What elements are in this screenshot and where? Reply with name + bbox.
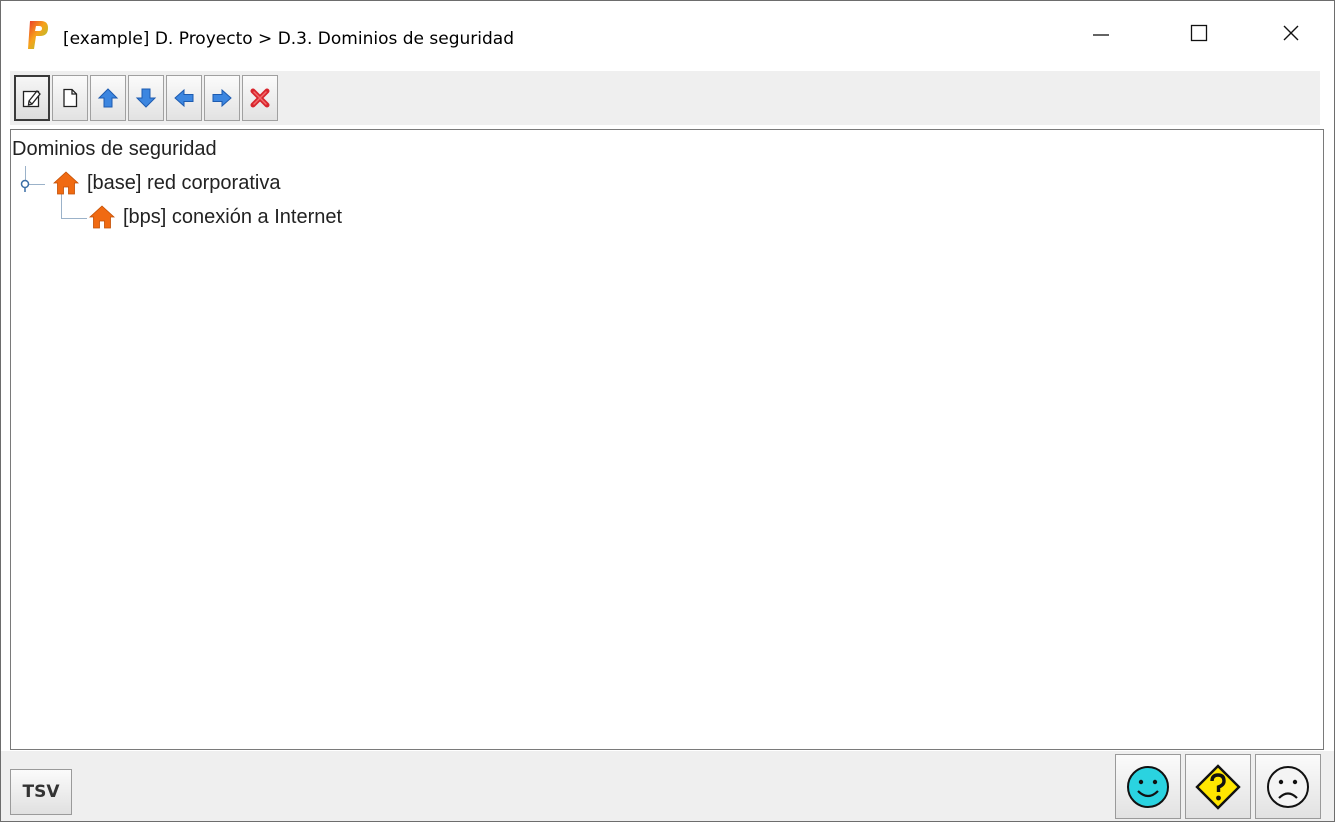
p-logo-icon xyxy=(28,21,48,49)
delete-icon xyxy=(250,88,270,108)
arrow-up-icon xyxy=(97,88,119,108)
arrow-right-icon xyxy=(212,88,232,108)
move-right-button[interactable] xyxy=(204,75,240,121)
title-bar[interactable]: [example] D. Proyecto > D.3. Dominios de… xyxy=(1,1,1334,65)
close-button[interactable] xyxy=(1245,1,1335,65)
tree-connector xyxy=(61,194,62,219)
tree-node[interactable]: [bps] conexión a Internet xyxy=(89,204,342,230)
delete-button[interactable] xyxy=(242,75,278,121)
tree-node-label: [base] red corporativa xyxy=(87,171,281,194)
house-icon xyxy=(89,205,115,229)
sad-button[interactable] xyxy=(1255,754,1321,819)
arrow-left-icon xyxy=(174,88,194,108)
minimize-button[interactable] xyxy=(1055,1,1147,65)
move-left-button[interactable] xyxy=(166,75,202,121)
maximize-icon xyxy=(1190,24,1208,42)
bottom-bar: TSV xyxy=(1,751,1334,821)
edit-icon xyxy=(22,90,41,108)
minimize-icon xyxy=(1093,34,1109,36)
close-icon xyxy=(1283,25,1299,41)
new-button[interactable] xyxy=(52,75,88,121)
tree-connector xyxy=(61,218,87,219)
tree-root-label[interactable]: Dominios de seguridad xyxy=(12,138,217,161)
help-button[interactable] xyxy=(1185,754,1251,819)
happy-face-icon xyxy=(1127,765,1169,808)
toolbar xyxy=(10,71,1320,125)
tree-node-label: [bps] conexión a Internet xyxy=(123,205,343,228)
sad-face-icon xyxy=(1267,765,1309,808)
window: [example] D. Proyecto > D.3. Dominios de… xyxy=(0,0,1335,822)
tree-node[interactable]: [base] red corporativa xyxy=(53,170,280,196)
tsv-button[interactable]: TSV xyxy=(10,769,72,815)
happy-button[interactable] xyxy=(1115,754,1181,819)
maximize-button[interactable] xyxy=(1153,1,1245,65)
house-icon xyxy=(53,171,79,195)
move-up-button[interactable] xyxy=(90,75,126,121)
window-title: [example] D. Proyecto > D.3. Dominios de… xyxy=(63,29,514,49)
question-sign-icon xyxy=(1195,763,1241,810)
move-down-button[interactable] xyxy=(128,75,164,121)
new-document-icon xyxy=(63,88,78,108)
tree-expand-handle-icon[interactable] xyxy=(19,178,33,192)
edit-button[interactable] xyxy=(14,75,50,121)
arrow-down-icon xyxy=(135,88,157,108)
tree-panel[interactable]: Dominios de seguridad [base] red corpora… xyxy=(10,129,1324,750)
